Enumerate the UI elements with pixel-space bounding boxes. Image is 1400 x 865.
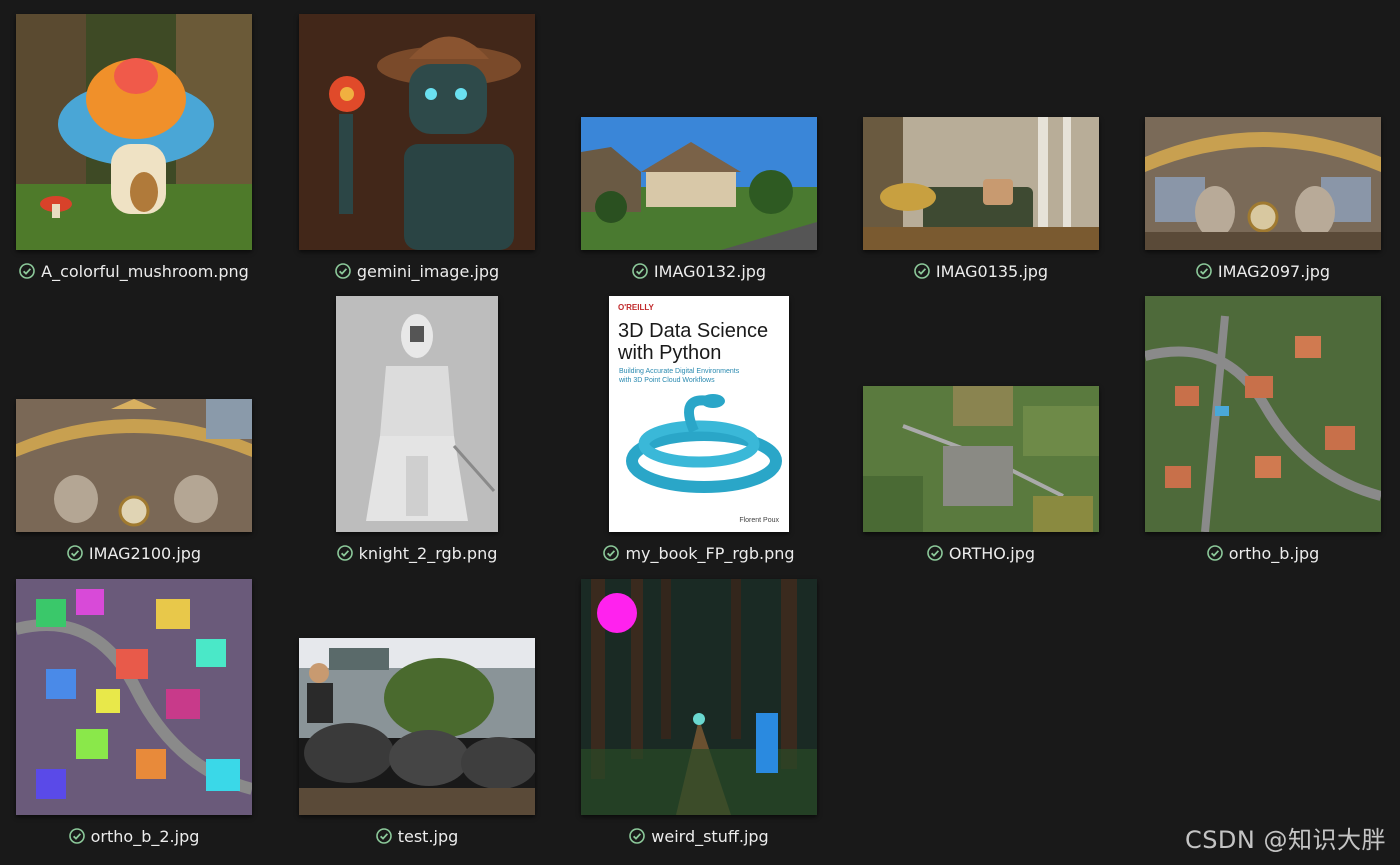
aerial-houses-thumbnail[interactable] — [1145, 296, 1381, 532]
synced-check-icon — [68, 828, 85, 844]
ceiling-thumbnail[interactable] — [1145, 117, 1381, 250]
ornate-ceiling-image — [1145, 117, 1381, 250]
file-item[interactable]: IMAG2100.jpg — [0, 296, 275, 564]
file-name[interactable]: gemini_image.jpg — [357, 262, 499, 281]
file-name[interactable]: IMAG2097.jpg — [1218, 262, 1330, 281]
aerial-houses-image — [1145, 296, 1381, 532]
house-thumbnail[interactable] — [581, 117, 817, 250]
synced-check-icon — [927, 545, 943, 561]
knight-thumbnail[interactable] — [336, 296, 498, 532]
house-landscape-image — [581, 117, 817, 250]
file-item[interactable]: IMAG0132.jpg — [558, 14, 840, 282]
book-cover-thumbnail[interactable]: O'REILLY 3D Data Science with Python Bui… — [609, 296, 789, 532]
snake-illustration — [626, 394, 782, 493]
river-rocks-image — [299, 638, 535, 815]
file-item[interactable]: ortho_b.jpg — [1122, 296, 1400, 564]
ornate-clock-image — [16, 399, 252, 532]
aerial-village-thumbnail[interactable] — [863, 386, 1099, 532]
file-item[interactable]: weird_stuff.jpg — [558, 579, 840, 847]
synced-check-icon — [632, 263, 648, 279]
synced-check-icon — [914, 263, 930, 279]
file-name[interactable]: ORTHO.jpg — [949, 544, 1035, 563]
synced-check-icon — [629, 828, 646, 844]
file-name[interactable]: A_colorful_mushroom.png — [41, 262, 249, 281]
forest-path-image — [581, 579, 817, 815]
living-room-image — [863, 117, 1099, 250]
mushroom-image — [16, 14, 252, 250]
forest-thumbnail[interactable] — [581, 579, 817, 815]
synced-check-icon — [1196, 263, 1212, 279]
file-name[interactable]: IMAG2100.jpg — [89, 544, 201, 563]
file-item[interactable]: IMAG2097.jpg — [1122, 14, 1400, 282]
file-name[interactable]: ortho_b.jpg — [1229, 544, 1320, 563]
file-item[interactable]: test.jpg — [276, 579, 558, 847]
file-name[interactable]: IMAG0135.jpg — [936, 262, 1048, 281]
book-author: Florent Poux — [739, 517, 779, 524]
file-name[interactable]: knight_2_rgb.png — [359, 544, 498, 563]
synced-check-icon — [375, 828, 392, 844]
robot-thumbnail[interactable] — [299, 14, 535, 250]
file-item[interactable]: ortho_b_2.jpg — [0, 579, 275, 847]
file-name[interactable]: test.jpg — [398, 827, 459, 846]
synced-check-icon — [19, 263, 35, 279]
segmentation-thumbnail[interactable] — [16, 579, 252, 815]
file-item[interactable]: gemini_image.jpg — [276, 14, 558, 282]
file-name[interactable]: IMAG0132.jpg — [654, 262, 766, 281]
synced-check-icon — [603, 545, 620, 561]
file-name[interactable]: ortho_b_2.jpg — [91, 827, 200, 846]
living-room-thumbnail[interactable] — [863, 117, 1099, 250]
file-item[interactable]: ORTHO.jpg — [840, 296, 1122, 564]
file-name[interactable]: my_book_FP_rgb.png — [625, 544, 794, 563]
file-item[interactable]: knight_2_rgb.png — [276, 296, 558, 564]
file-item[interactable]: A_colorful_mushroom.png — [0, 14, 275, 282]
mushroom-thumbnail[interactable] — [16, 14, 252, 250]
synced-check-icon — [335, 263, 351, 279]
river-thumbnail[interactable] — [299, 638, 535, 815]
synced-check-icon — [336, 545, 353, 561]
synced-check-icon — [1206, 545, 1223, 561]
watermark: CSDN @知识大胖 — [1184, 826, 1386, 854]
clock-thumbnail[interactable] — [16, 399, 252, 532]
knight-statue-image — [336, 296, 498, 532]
robot-cowboy-image — [299, 14, 535, 250]
file-item[interactable]: IMAG0135.jpg — [840, 14, 1122, 282]
aerial-village-image — [863, 386, 1099, 532]
synced-check-icon — [67, 545, 83, 561]
file-name[interactable]: weird_stuff.jpg — [651, 827, 768, 846]
file-item[interactable]: O'REILLY 3D Data Science with Python Bui… — [558, 296, 840, 564]
segmentation-map-image — [16, 579, 252, 815]
